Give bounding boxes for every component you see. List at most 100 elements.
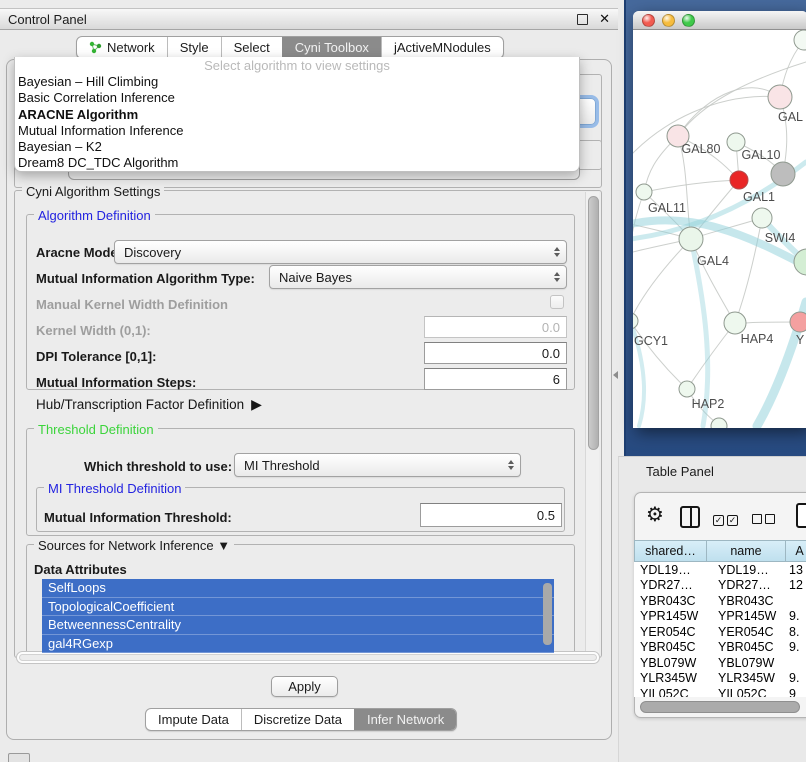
close-traffic-light-icon[interactable] — [642, 14, 655, 27]
tab-label: Infer Network — [367, 712, 444, 727]
algorithm-option[interactable]: Mutual Information Inference — [15, 123, 579, 139]
hub-definition-expander[interactable]: Hub/Transcription Factor Definition ▶ — [36, 396, 262, 413]
algorithm-option[interactable]: Basic Correlation Inference — [15, 90, 579, 106]
minimize-traffic-light-icon[interactable] — [662, 14, 675, 27]
gear-icon[interactable]: ⚙ — [646, 503, 664, 527]
table-cell: 12 — [786, 578, 806, 592]
tab-cyni-toolbox[interactable]: Cyni Toolbox — [282, 37, 381, 58]
table-row[interactable]: YIL052CYIL052C9 — [634, 686, 806, 697]
node-label: Y — [796, 333, 805, 347]
column-header[interactable]: name — [707, 540, 786, 562]
table-row[interactable]: YER054CYER054C8. — [634, 624, 806, 640]
table-function-icon[interactable] — [796, 503, 806, 528]
bottom-tab-bar: Impute DataDiscretize Data Infer Network — [145, 708, 457, 731]
unchecked-checkbox-icon — [765, 514, 775, 524]
network-view-window[interactable]: GALGAL80GAL10GAL1GAL11SWI4GAL4HAP4YGCY1H… — [633, 11, 806, 428]
network-node-hap4[interactable] — [724, 312, 746, 334]
node-label: SWI4 — [765, 231, 796, 245]
table-row[interactable]: YBL079WYBL079W — [634, 655, 806, 671]
network-node-gal4[interactable] — [679, 227, 703, 251]
tab-discretize-data[interactable]: Discretize Data — [241, 709, 354, 730]
apply-button-label: Apply — [288, 679, 321, 694]
select-all-icon[interactable]: ✓✓ — [713, 511, 741, 526]
network-node[interactable] — [771, 162, 795, 186]
table-cell: YBL079W — [634, 656, 707, 670]
collapse-arrow-icon[interactable]: ▼ — [217, 538, 230, 553]
network-node[interactable] — [794, 30, 806, 50]
algorithm-option[interactable]: Dream8 DC_TDC Algorithm — [15, 155, 579, 171]
dpi-tolerance-field[interactable]: 0.0 — [424, 342, 567, 364]
mi-algorithm-type-combo[interactable]: Naive Bayes — [269, 265, 567, 289]
column-header[interactable]: A — [786, 540, 806, 562]
tab-network[interactable]: Network — [77, 37, 167, 58]
table-row[interactable]: YBR045CYBR045C9. — [634, 640, 806, 656]
algorithm-option[interactable]: Bayesian – K2 — [15, 139, 579, 155]
zoom-traffic-light-icon[interactable] — [682, 14, 695, 27]
settings-scrollbar-track[interactable] — [585, 192, 599, 656]
network-window-titlebar[interactable] — [633, 11, 806, 30]
which-threshold-label: Which threshold to use: — [84, 459, 232, 474]
attribute-item[interactable]: SelfLoops — [42, 579, 554, 598]
float-window-icon[interactable] — [577, 14, 588, 25]
settings-hscrollbar-thumb[interactable] — [19, 654, 597, 661]
mi-threshold-field[interactable]: 0.5 — [420, 503, 562, 527]
table-row[interactable]: YDR27…YDR27…12 — [634, 578, 806, 594]
manual-kernel-label: Manual Kernel Width Definition — [36, 297, 228, 312]
manual-kernel-checkbox[interactable] — [550, 295, 564, 309]
table-row[interactable]: YBR043CYBR043C — [634, 593, 806, 609]
mi-steps-field[interactable]: 6 — [424, 368, 567, 390]
table-hscrollbar[interactable] — [640, 701, 804, 712]
mi-steps-value: 6 — [553, 372, 560, 387]
expand-arrow-icon[interactable]: ▶ — [251, 396, 262, 413]
kernel-width-field[interactable]: 0.0 — [424, 316, 567, 338]
attributes-scrollbar-thumb[interactable] — [543, 583, 552, 645]
network-canvas[interactable]: GALGAL80GAL10GAL1GAL11SWI4GAL4HAP4YGCY1H… — [633, 30, 806, 428]
network-node-swi4[interactable] — [752, 208, 772, 228]
node-label: HAP2 — [692, 397, 725, 411]
table-row[interactable]: YLR345WYLR345W9. — [634, 671, 806, 687]
settings-scrollbar-thumb[interactable] — [588, 196, 599, 450]
tab-impute-data[interactable]: Impute Data — [146, 709, 241, 730]
deselect-all-icon[interactable] — [752, 512, 778, 527]
network-node-hap2[interactable] — [679, 381, 695, 397]
tab-infer-network[interactable]: Infer Network — [354, 709, 456, 730]
network-node-y[interactable] — [790, 312, 806, 332]
aracne-mode-combo[interactable]: Discovery — [114, 240, 567, 264]
network-edge[interactable] — [644, 180, 739, 192]
table-cell: YIL052C — [634, 687, 707, 697]
network-edge[interactable] — [687, 323, 735, 389]
column-header[interactable]: shared… — [634, 540, 707, 562]
network-node-gal1[interactable] — [730, 171, 748, 189]
kernel-width-label: Kernel Width (0,1): — [36, 323, 151, 338]
data-attributes-list[interactable]: SelfLoopsTopologicalCoefficientBetweenne… — [42, 579, 554, 653]
which-threshold-combo[interactable]: MI Threshold — [234, 453, 521, 477]
table-cell: YDR27… — [707, 578, 786, 592]
combo-stepper-icon — [554, 272, 560, 282]
attribute-item[interactable]: TopologicalCoefficient — [42, 598, 554, 617]
split-columns-icon[interactable] — [680, 506, 700, 528]
network-edge[interactable] — [633, 239, 691, 321]
table-hscrollbar-thumb[interactable] — [640, 701, 800, 713]
algorithm-option[interactable]: ARACNE Algorithm — [15, 107, 579, 123]
control-panel-titlebar: Control Panel ✕ — [0, 8, 618, 30]
network-edge[interactable] — [633, 192, 644, 321]
table-cell: YDL19… — [634, 563, 707, 577]
tab-style[interactable]: Style — [167, 37, 221, 58]
panel-collapse-arrow-icon[interactable] — [613, 371, 618, 379]
table-cell: YLR345W — [634, 671, 707, 685]
close-icon[interactable]: ✕ — [599, 14, 610, 24]
attribute-item[interactable]: BetweennessCentrality — [42, 616, 554, 635]
bottom-corner-button[interactable] — [8, 753, 30, 762]
network-node-gal[interactable] — [768, 85, 792, 109]
node-label: GAL80 — [682, 142, 721, 156]
table-row[interactable]: YPR145WYPR145W9. — [634, 609, 806, 625]
tab-jactivemnodules[interactable]: jActiveMNodules — [381, 37, 503, 58]
network-node-gal11[interactable] — [636, 184, 652, 200]
table-row[interactable]: YDL19…YDL19…13 — [634, 562, 806, 578]
attribute-item[interactable]: gal4RGexp — [42, 635, 554, 654]
network-node[interactable] — [711, 418, 727, 428]
tab-select[interactable]: Select — [221, 37, 282, 58]
apply-button[interactable]: Apply — [271, 676, 338, 697]
network-node-gcy1[interactable] — [633, 313, 638, 329]
algorithm-option[interactable]: Bayesian – Hill Climbing — [15, 74, 579, 90]
